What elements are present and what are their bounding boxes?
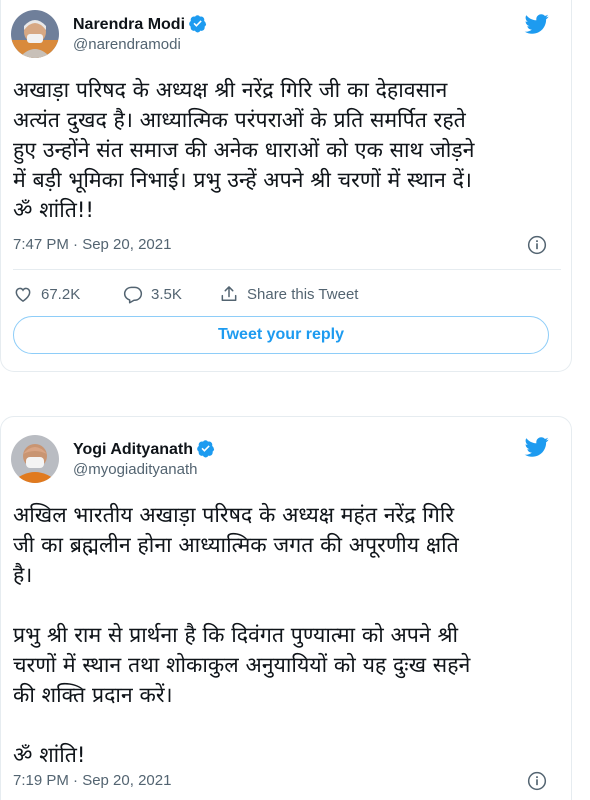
tweet-text-line: अत्यंत दुखद है। आध्यात्मिक परंपराओं के प… [13,108,466,133]
tweet-text-line: में बड़ी भूमिका निभाई। प्रभु उन्हें अपने… [13,168,473,193]
verified-badge-icon [197,440,215,458]
author-handle[interactable]: @myogiadityanath [73,461,197,478]
tweet-text: अखाड़ा परिषद के अध्यक्ष श्री नरेंद्र गिर… [13,76,474,226]
reply-button[interactable]: 3.5K [123,284,182,304]
author-name[interactable]: Yogi Adityanath [73,439,215,459]
tweet-text-line: हुए उन्होंने संत समाज की अनेक धाराओं को … [13,138,475,163]
avatar[interactable] [11,10,59,58]
tweet-text-line: प्रभु श्री राम से प्रार्थना है कि दिवंगत… [13,623,459,648]
twitter-bird-icon[interactable] [523,12,551,36]
verified-badge-icon [189,15,207,33]
author-name-text: Narendra Modi [73,16,186,33]
twitter-bird-icon[interactable] [523,435,551,459]
avatar-image [11,10,59,58]
tweet-text-line: अखाड़ा परिषद के अध्यक्ष श्री नरेंद्र गिर… [13,78,448,103]
author-handle[interactable]: @narendramodi [73,36,181,53]
author-name[interactable]: Narendra Modi [73,14,207,34]
tweet-text-line: चरणों में स्थान तथा शोकाकुल अनुयायियों क… [13,653,471,678]
share-label: Share this Tweet [247,285,359,303]
tweet-text-line: अखिल भारतीय अखाड़ा परिषद के अध्यक्ष महंत… [13,503,455,528]
tweet-text: अखिल भारतीय अखाड़ा परिषद के अध्यक्ष महंत… [13,501,470,771]
avatar[interactable] [11,435,59,483]
tweet-timestamp[interactable]: 7:47 PM · Sep 20, 2021 [13,236,171,253]
tweet-timestamp[interactable]: 7:19 PM · Sep 20, 2021 [13,772,171,789]
info-icon[interactable] [527,771,547,791]
divider [13,269,561,270]
reply-count: 3.5K [151,285,182,303]
avatar-image [11,435,59,483]
tweet-text-line: जी का ब्रह्मलीन होना आध्यात्मिक जगत की अ… [13,533,459,558]
tweet-your-reply-button[interactable]: Tweet your reply [13,316,549,354]
share-button[interactable]: Share this Tweet [219,284,358,304]
tweet-text-line: ॐ शांति!! [13,198,94,223]
tweet-text-line: की शक्ति प्रदान करें। [13,683,173,708]
tweet-text-line: ॐ शांति! [13,743,86,768]
reply-bubble-icon [123,286,143,304]
info-icon[interactable] [527,235,547,255]
tweet-card-modi: Narendra Modi @narendramodi अखाड़ा परिषद… [0,0,572,372]
share-icon [221,286,237,301]
author-name-text: Yogi Adityanath [73,441,193,458]
heart-icon [15,287,31,302]
tweet-card-yogi: Yogi Adityanath @myogiadityanath अखिल भा… [0,416,572,800]
like-count: 67.2K [41,285,81,303]
tweet-text-line: है। [13,563,33,588]
like-button[interactable]: 67.2K [13,284,80,304]
